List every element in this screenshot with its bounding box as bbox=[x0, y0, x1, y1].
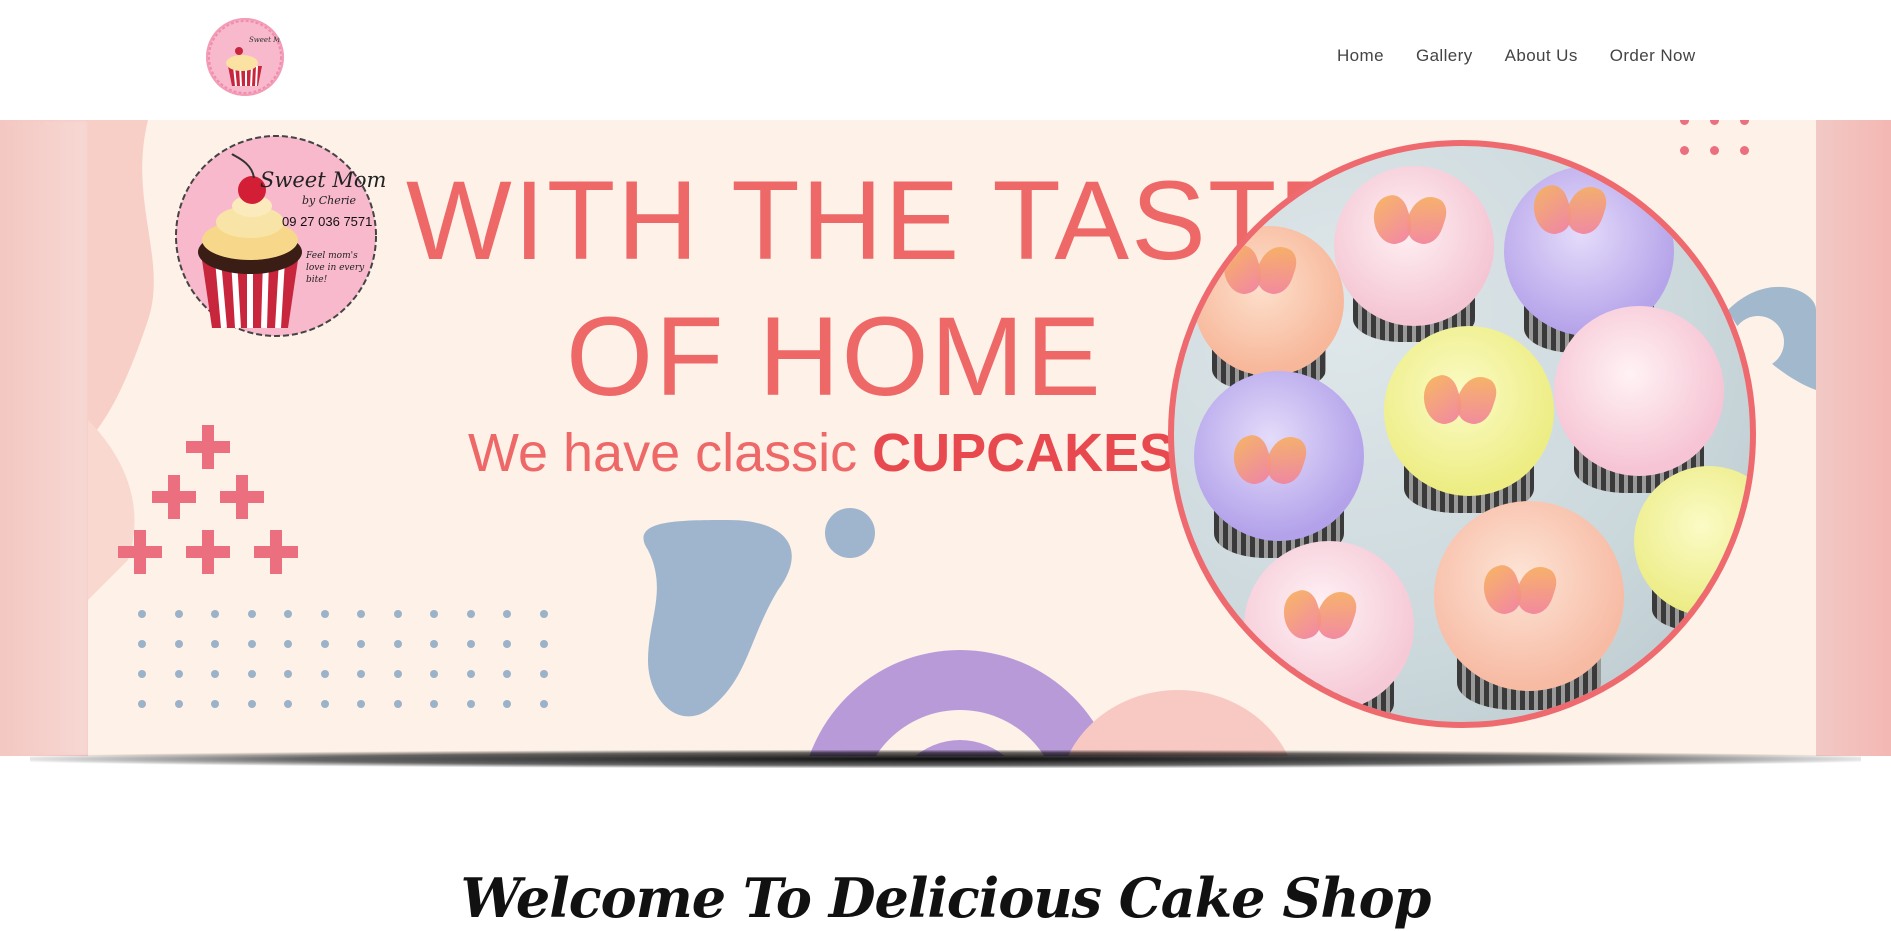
grid-dot bbox=[466, 670, 475, 678]
grid-dot bbox=[539, 640, 548, 648]
butterfly-topper bbox=[1284, 591, 1354, 643]
grid-dot bbox=[357, 610, 365, 618]
grid-dot bbox=[466, 640, 475, 648]
grid-dot bbox=[138, 610, 146, 618]
hero-blur-left bbox=[0, 120, 88, 756]
butterfly-topper bbox=[1224, 246, 1294, 298]
tagline-prefix: We have classic bbox=[468, 423, 873, 483]
grid-dot bbox=[138, 640, 146, 648]
grid-dot bbox=[247, 700, 256, 708]
grid-dot bbox=[430, 700, 438, 708]
grid-dot bbox=[211, 640, 219, 648]
grid-dot bbox=[138, 670, 146, 678]
cross-icon bbox=[118, 530, 162, 574]
grid-dot bbox=[503, 610, 511, 618]
grid-dot bbox=[503, 700, 511, 708]
pink-dot bbox=[1740, 146, 1749, 155]
grid-dot bbox=[393, 670, 402, 678]
grid-dot bbox=[320, 610, 329, 618]
grid-dot bbox=[357, 670, 365, 678]
butterfly-topper bbox=[1424, 376, 1494, 428]
site-header: Sweet Mom Home Gallery About Us Order No… bbox=[0, 0, 1891, 120]
grid-dot bbox=[211, 700, 219, 708]
grid-dot bbox=[247, 640, 256, 648]
hero-headline-line2: OF HOME bbox=[566, 294, 1103, 419]
nav-order-now[interactable]: Order Now bbox=[1610, 46, 1696, 66]
grid-dot bbox=[174, 610, 183, 618]
grid-dot bbox=[320, 670, 329, 678]
grid-dot bbox=[284, 640, 292, 648]
sweet-mom-badge: Sweet Mom by Cherie 09 27 036 7571 Feel … bbox=[172, 132, 386, 340]
grid-dot bbox=[284, 610, 292, 618]
grid-dot bbox=[539, 610, 548, 618]
grid-dot bbox=[466, 610, 475, 618]
badge-by: by Cherie bbox=[302, 194, 357, 207]
svg-text:Sweet Mom: Sweet Mom bbox=[249, 36, 284, 44]
site-logo[interactable]: Sweet Mom bbox=[206, 18, 284, 96]
butterfly-topper bbox=[1484, 566, 1554, 618]
butterfly-topper bbox=[1374, 196, 1444, 248]
grid-dot bbox=[320, 700, 329, 708]
grid-dot bbox=[247, 610, 256, 618]
cupcake bbox=[1554, 306, 1724, 493]
butterfly-topper bbox=[1234, 436, 1304, 488]
grid-dot bbox=[393, 640, 402, 648]
grid-dot bbox=[393, 610, 402, 618]
grid-dot bbox=[174, 700, 183, 708]
cross-icon bbox=[254, 530, 298, 574]
grid-dot bbox=[174, 670, 183, 678]
cross-icon bbox=[186, 530, 230, 574]
grid-dot bbox=[503, 640, 511, 648]
badge-brand: Sweet Mom bbox=[260, 168, 387, 192]
dot-grid bbox=[136, 610, 556, 730]
hero-tagline: We have classic CUPCAKES bbox=[468, 422, 1175, 484]
grid-dot bbox=[284, 670, 292, 678]
grid-dot bbox=[211, 610, 219, 618]
grid-dot bbox=[466, 700, 475, 708]
cross-icon bbox=[220, 475, 264, 519]
hero-banner-image: Sweet Mom by Cherie 09 27 036 7571 Feel … bbox=[88, 120, 1816, 756]
grid-dot bbox=[320, 640, 329, 648]
pink-dot bbox=[1710, 146, 1719, 155]
badge-phone: 09 27 036 7571 bbox=[282, 214, 373, 229]
grid-dot bbox=[539, 700, 548, 708]
grid-dot bbox=[357, 640, 365, 648]
nav-home[interactable]: Home bbox=[1337, 46, 1384, 66]
nav-gallery[interactable]: Gallery bbox=[1416, 46, 1473, 66]
grid-dot bbox=[211, 670, 219, 678]
grid-dot bbox=[357, 700, 365, 708]
main-nav: Home Gallery About Us Order Now bbox=[1337, 46, 1696, 66]
cross-icon bbox=[186, 425, 230, 469]
grid-dot bbox=[174, 640, 183, 648]
cupcakes-photo bbox=[1168, 140, 1756, 728]
grid-dot bbox=[138, 700, 146, 708]
pink-dot bbox=[1680, 146, 1689, 155]
welcome-heading: Welcome To Delicious Cake Shop bbox=[460, 866, 1432, 930]
grid-dot bbox=[539, 670, 548, 678]
tagline-strong: CUPCAKES bbox=[872, 423, 1176, 483]
grid-dot bbox=[284, 700, 292, 708]
badge-motto: Feel mom's love in every bite! bbox=[306, 251, 365, 285]
cross-icon bbox=[152, 475, 196, 519]
nav-about-us[interactable]: About Us bbox=[1505, 46, 1578, 66]
grid-dot bbox=[430, 610, 438, 618]
grid-dot bbox=[430, 640, 438, 648]
hero-shadow bbox=[30, 750, 1861, 768]
hero-blur-right bbox=[1816, 120, 1891, 756]
grid-dot bbox=[393, 700, 402, 708]
grid-dot bbox=[247, 670, 256, 678]
butterfly-topper bbox=[1534, 186, 1604, 238]
grid-dot bbox=[503, 670, 511, 678]
hero-section: Sweet Mom by Cherie 09 27 036 7571 Feel … bbox=[0, 120, 1891, 756]
grid-dot bbox=[430, 670, 438, 678]
